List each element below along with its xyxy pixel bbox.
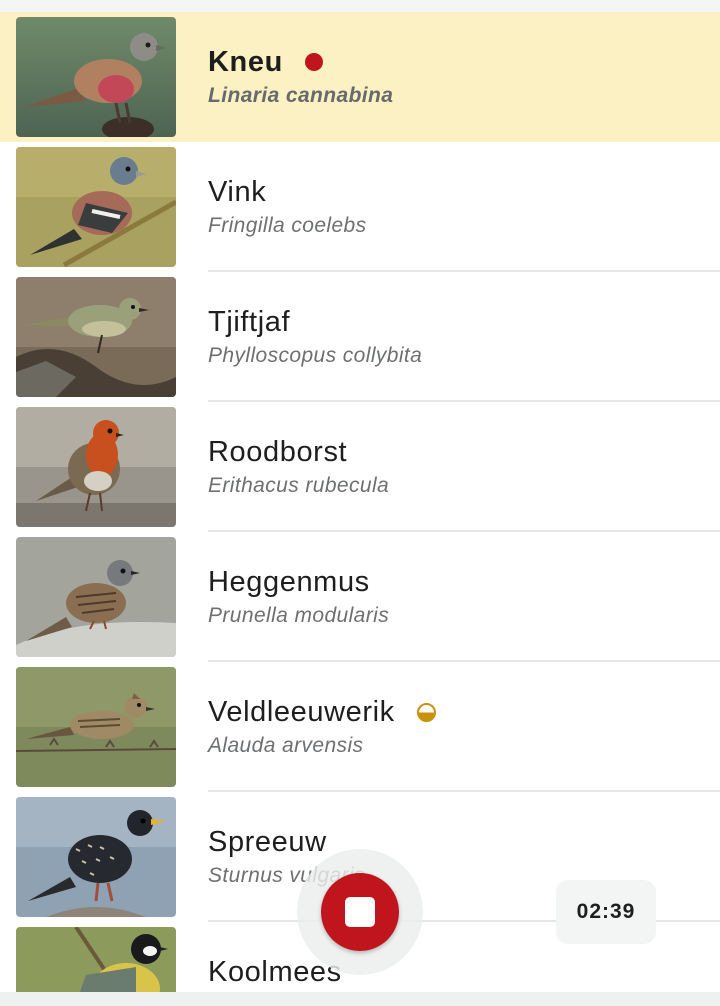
- common-name: Veldleeuwerik: [208, 695, 395, 728]
- stop-icon: [345, 897, 375, 927]
- species-text: Heggenmus Prunella modularis: [208, 562, 389, 628]
- robin-photo: [16, 407, 176, 527]
- species-text: Kneu Linaria cannabina: [208, 42, 393, 108]
- stop-recording-button[interactable]: [321, 873, 399, 951]
- starling-photo: [16, 797, 176, 917]
- species-row-kneu[interactable]: Kneu Linaria cannabina: [0, 12, 720, 142]
- scientific-name: Prunella modularis: [208, 604, 390, 627]
- species-text: Tjiftjaf Phylloscopus collybita: [208, 302, 422, 368]
- skylark-photo: [16, 667, 176, 787]
- species-row-veldleeuwerik[interactable]: Veldleeuwerik Alauda arvensis: [0, 662, 720, 792]
- species-row-vink[interactable]: Vink Fringilla coelebs: [0, 142, 720, 272]
- species-text: Roodborst Erithacus rubecula: [208, 432, 389, 498]
- scientific-name: Alauda arvensis: [208, 734, 364, 757]
- chiffchaff-photo: [16, 277, 176, 397]
- scientific-name: Erithacus rubecula: [208, 474, 390, 497]
- species-text: Veldleeuwerik Alauda arvensis: [208, 692, 436, 758]
- dunnock-photo: [16, 537, 176, 657]
- species-text: Vink Fringilla coelebs: [208, 172, 367, 238]
- navigation-bar-area: [0, 992, 720, 1006]
- common-name: Roodborst: [208, 435, 348, 468]
- common-name: Spreeuw: [208, 825, 327, 858]
- chaffinch-photo: [16, 147, 176, 267]
- common-name: Heggenmus: [208, 565, 370, 598]
- common-name: Kneu: [208, 45, 283, 78]
- recording-timer: 02:39: [556, 880, 656, 944]
- scientific-name: Phylloscopus collybita: [208, 344, 423, 367]
- common-name: Vink: [208, 175, 267, 208]
- linnet-photo: [16, 17, 176, 137]
- species-row-tjiftjaf[interactable]: Tjiftjaf Phylloscopus collybita: [0, 272, 720, 402]
- common-name: Tjiftjaf: [208, 305, 291, 338]
- app-screen: Kneu Linaria cannabina Vink Fringilla co…: [0, 0, 720, 1006]
- species-row-heggenmus[interactable]: Heggenmus Prunella modularis: [0, 532, 720, 662]
- species-row-roodborst[interactable]: Roodborst Erithacus rubecula: [0, 402, 720, 532]
- status-bar-area: [0, 0, 720, 12]
- scientific-name: Fringilla coelebs: [208, 214, 367, 237]
- half-circle-status-icon: [416, 702, 436, 722]
- red-status-dot-icon: [304, 53, 323, 71]
- scientific-name: Linaria cannabina: [208, 84, 394, 107]
